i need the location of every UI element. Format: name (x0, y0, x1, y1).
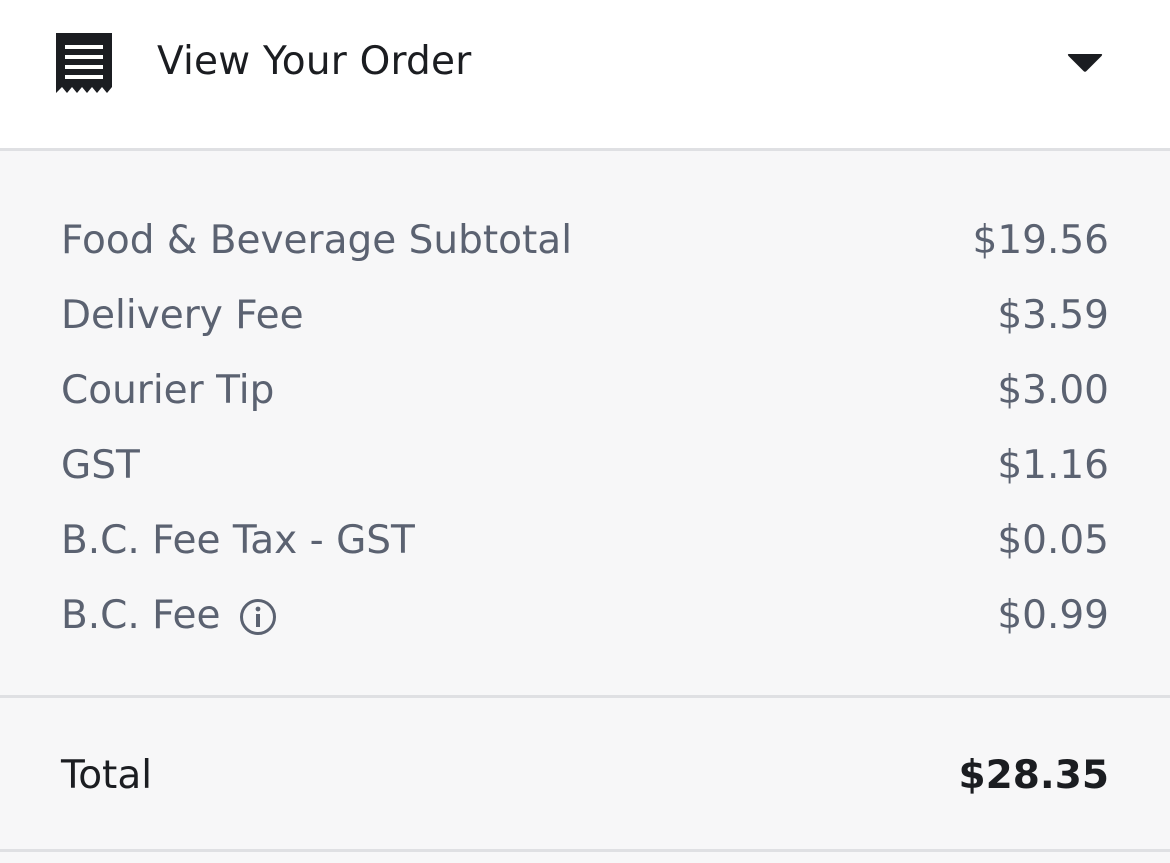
line-item-label: Courier Tip (61, 368, 275, 413)
line-item-label: Food & Beverage Subtotal (61, 218, 573, 263)
header-title: View Your Order (157, 39, 472, 84)
line-item-amount: $19.56 (972, 218, 1109, 263)
caret-down-icon[interactable] (1066, 50, 1104, 76)
order-details-panel: Food & Beverage Subtotal $19.56 Delivery… (0, 151, 1170, 698)
line-item-label: B.C. Fee Tax - GST (61, 518, 415, 563)
divider (0, 849, 1170, 852)
order-summary-header[interactable]: View Your Order (0, 0, 1170, 151)
line-item-amount: $3.59 (997, 293, 1109, 338)
line-item-bc-fee-tax-gst: B.C. Fee Tax - GST $0.05 (61, 516, 1109, 566)
total-amount: $28.35 (958, 753, 1110, 798)
line-item-gst: GST $1.16 (61, 441, 1109, 491)
info-icon[interactable] (239, 598, 277, 636)
receipt-icon (56, 33, 112, 93)
line-item-amount: $0.05 (997, 518, 1109, 563)
line-item-food-subtotal: Food & Beverage Subtotal $19.56 (61, 216, 1109, 266)
total-label: Total (61, 753, 153, 798)
line-item-amount: $0.99 (997, 593, 1109, 638)
line-item-bc-fee: B.C. Fee $0.99 (61, 591, 1109, 641)
line-item-courier-tip: Courier Tip $3.00 (61, 366, 1109, 416)
line-item-delivery-fee: Delivery Fee $3.59 (61, 291, 1109, 341)
line-item-amount: $1.16 (997, 443, 1109, 488)
line-item-label: Delivery Fee (61, 293, 304, 338)
total-row: Total $28.35 (61, 751, 1109, 801)
line-item-label: B.C. Fee (61, 593, 221, 638)
line-item-label: GST (61, 443, 140, 488)
line-item-amount: $3.00 (997, 368, 1109, 413)
